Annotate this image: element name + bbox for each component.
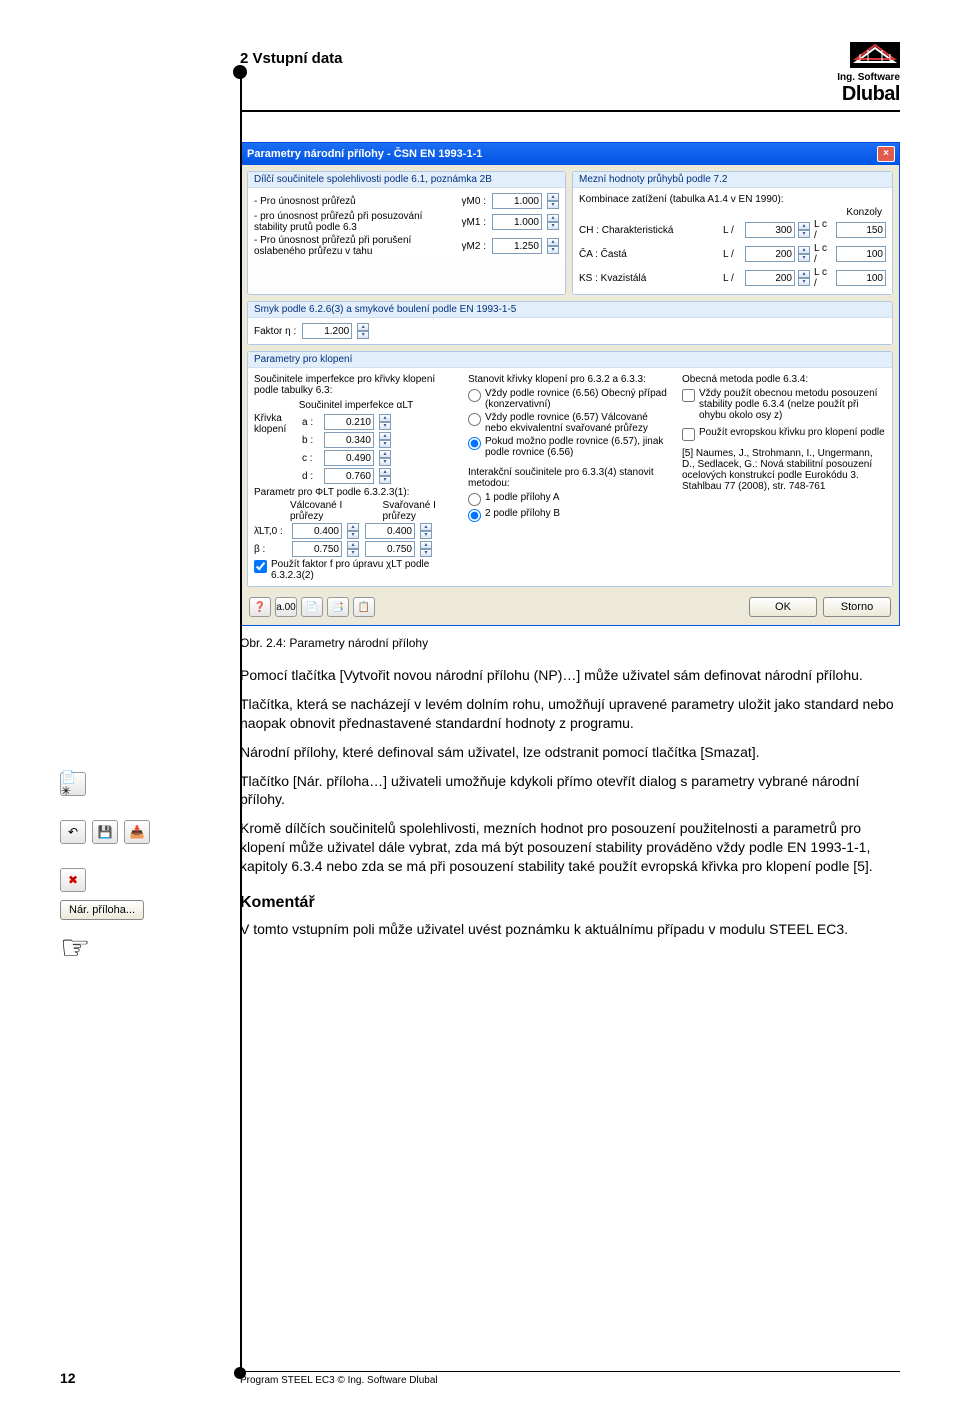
load-std-icon[interactable]: 📑 <box>327 597 349 617</box>
alpha-d-input[interactable] <box>324 468 374 484</box>
lambda-rolled-input[interactable] <box>292 523 342 539</box>
eta-input[interactable] <box>302 323 352 339</box>
group-partial-factors: Dílčí součinitele spolehlivosti podle 6.… <box>247 171 566 295</box>
ltb-mid-col: Stanovit křivky klopení pro 6.3.2 a 6.3.… <box>468 372 672 582</box>
nar-priloha-button[interactable]: Nár. příloha... <box>60 900 144 920</box>
alpha-b-input[interactable] <box>324 432 374 448</box>
group-ltb: Parametry pro klopení Součinitele imperf… <box>247 351 893 587</box>
alpha-a-input[interactable] <box>324 414 374 430</box>
new-np-icon[interactable]: 📄✳ <box>60 772 86 796</box>
spinner-icon[interactable]: ▴▾ <box>547 238 559 254</box>
lambda-welded-input[interactable] <box>365 523 415 539</box>
curve-auto-radio[interactable] <box>468 437 481 450</box>
ltb-left-col: Součinitele imperfekce pro křivky klopen… <box>254 372 458 582</box>
use-f-checkbox[interactable] <box>254 560 267 573</box>
gamma-m1-input[interactable] <box>492 214 542 230</box>
group-shear: Smyk podle 6.2.6(3) a smykové boulení po… <box>247 301 893 345</box>
beta-rolled-input[interactable] <box>292 541 342 557</box>
load-icon[interactable]: 📥 <box>124 820 150 844</box>
close-icon[interactable]: × <box>877 146 895 162</box>
general-method-checkbox[interactable] <box>682 389 695 402</box>
brand-logo: Ing. Software Dlubal <box>837 42 900 106</box>
figure-caption: Obr. 2.4: Parametry národní přílohy <box>240 636 900 650</box>
spinner-icon[interactable]: ▴▾ <box>547 193 559 209</box>
group-deflection-limits: Mezní hodnoty průhybů podle 7.2 Kombinac… <box>572 171 893 295</box>
page-number: 12 <box>60 1370 240 1386</box>
dialog-window: Parametry národní přílohy - ČSN EN 1993-… <box>240 142 900 626</box>
ks-lc-input[interactable] <box>836 270 886 286</box>
spinner-icon[interactable]: ▴▾ <box>547 214 559 230</box>
ca-l-input[interactable] <box>745 246 795 262</box>
vertical-rule <box>240 72 242 1372</box>
ch-l-input[interactable] <box>745 222 795 238</box>
body-text: Pomocí tlačítka [Vytvořit novou národní … <box>240 666 900 939</box>
spinner-icon[interactable]: ▴▾ <box>357 323 369 339</box>
units-icon[interactable]: a.00 <box>275 597 297 617</box>
delete-icon[interactable]: ✖ <box>60 868 86 892</box>
gamma-m0-input[interactable] <box>492 193 542 209</box>
help-icon[interactable]: ❓ <box>249 597 271 617</box>
copy-icon[interactable]: 📋 <box>353 597 375 617</box>
pointing-hand-icon: ☞ <box>60 928 210 968</box>
alpha-c-input[interactable] <box>324 450 374 466</box>
undo-icon[interactable]: ↶ <box>60 820 86 844</box>
curve-656-radio[interactable] <box>468 389 481 402</box>
beta-welded-input[interactable] <box>365 541 415 557</box>
ok-button[interactable]: OK <box>749 597 817 617</box>
method-a-radio[interactable] <box>468 493 481 506</box>
heading-comment: Komentář <box>240 892 900 914</box>
ltb-right-col: Obecná metoda podle 6.3.4: Vždy použít o… <box>682 372 886 582</box>
euro-curve-checkbox[interactable] <box>682 428 695 441</box>
ks-l-input[interactable] <box>745 270 795 286</box>
curve-657-radio[interactable] <box>468 413 481 426</box>
cancel-button[interactable]: Storno <box>823 597 891 617</box>
footer-text: Program STEEL EC3 © Ing. Software Dlubal <box>240 1375 438 1386</box>
ca-lc-input[interactable] <box>836 246 886 262</box>
save-icon[interactable]: 💾 <box>92 820 118 844</box>
method-b-radio[interactable] <box>468 509 481 522</box>
dialog-title: Parametry národní přílohy - ČSN EN 1993-… <box>247 148 482 160</box>
save-std-icon[interactable]: 📄 <box>301 597 323 617</box>
section-title: 2 Vstupní data <box>240 50 343 67</box>
ch-lc-input[interactable] <box>836 222 886 238</box>
gamma-m2-input[interactable] <box>492 238 542 254</box>
